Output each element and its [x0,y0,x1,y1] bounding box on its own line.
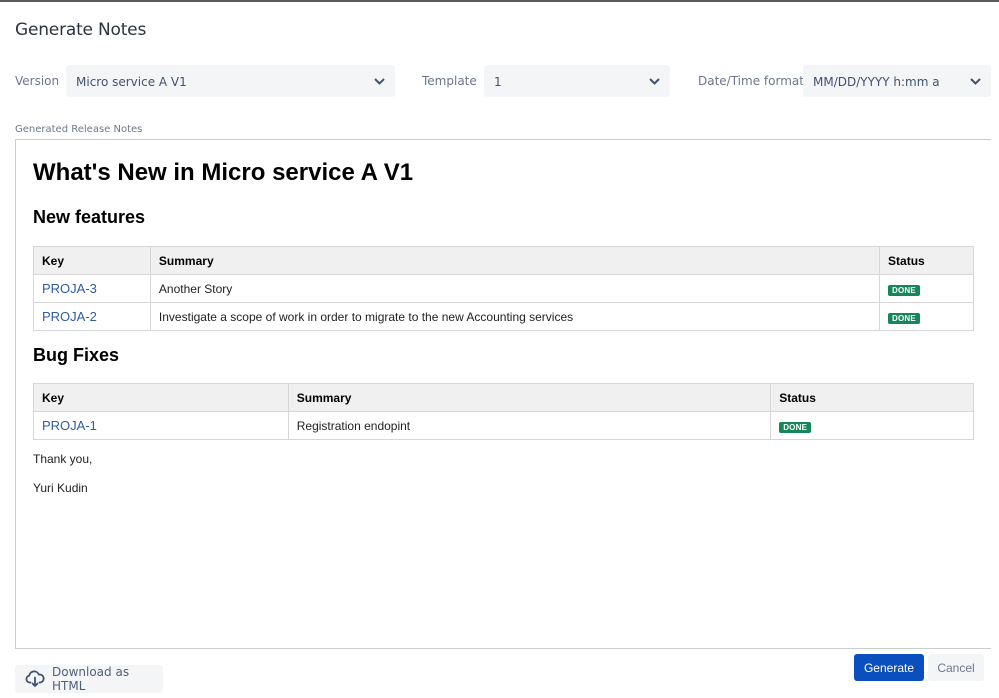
section-title-new-features: New features [33,207,146,227]
download-html-label: Download as HTML [52,665,130,693]
chevron-down-icon [373,75,385,87]
status-cell: DONE [879,274,974,303]
datetime-format-label: Date/Time format [698,74,804,88]
closing-text: Thank you, [33,452,93,466]
issue-key-cell: PROJA-3 [33,274,151,303]
issue-link[interactable]: PROJA-3 [42,281,97,296]
generate-button[interactable]: Generate [854,654,924,681]
issue-key-cell: PROJA-2 [33,302,151,331]
datetime-format-select[interactable]: MM/DD/YYYY h:mm a [803,65,991,97]
cloud-download-icon [25,670,45,688]
cancel-button[interactable]: Cancel [928,654,984,681]
column-header-summary: Summary [149,246,881,275]
issue-link[interactable]: PROJA-1 [42,418,97,433]
version-value: Micro service A V1 [76,75,187,89]
notes-heading: What's New in Micro service A V1 [33,159,414,186]
summary-cell: Registration endopint [287,411,772,440]
column-header-key: Key [33,246,151,275]
status-badge: DONE [888,284,920,296]
issue-link[interactable]: PROJA-2 [42,309,97,324]
release-notes-preview[interactable]: What's New in Micro service A V1 New fea… [15,139,991,649]
table-row: PROJA-3 Another Story DONE [33,274,974,303]
summary-cell: Investigate a scope of work in order to … [149,302,881,331]
author-name: Yuri Kudin [33,481,88,495]
new-features-table: Key Summary Status PROJA-3 Another Story… [33,246,974,331]
section-title-bug-fixes: Bug Fixes [33,345,120,365]
dialog-title: Generate Notes [15,20,147,40]
chevron-down-icon [969,75,981,87]
bug-fixes-table: Key Summary Status PROJA-1 Registration … [33,383,974,440]
window-top-edge [0,0,999,2]
column-header-status: Status [879,246,974,275]
version-label: Version [15,74,60,88]
column-header-summary: Summary [287,383,772,412]
table-header-row: Key Summary Status [33,246,974,275]
column-header-status: Status [770,383,974,412]
status-cell: DONE [770,411,974,440]
template-label: Template [422,74,477,88]
datetime-format-value: MM/DD/YYYY h:mm a [813,75,940,89]
status-badge: DONE [779,421,812,433]
chevron-down-icon [648,75,660,87]
table-header-row: Key Summary Status [33,383,974,412]
version-select[interactable]: Micro service A V1 [66,65,395,97]
summary-cell: Another Story [149,274,881,303]
table-row: PROJA-2 Investigate a scope of work in o… [33,302,974,331]
column-header-key: Key [33,383,289,412]
generated-notes-label: Generated Release Notes [15,124,143,135]
issue-key-cell: PROJA-1 [33,411,289,440]
template-value: 1 [494,75,502,89]
template-select[interactable]: 1 [484,65,670,97]
status-cell: DONE [879,302,974,331]
status-badge: DONE [888,312,920,324]
table-row: PROJA-1 Registration endopint DONE [33,411,974,440]
download-html-button[interactable]: Download as HTML [15,665,163,693]
